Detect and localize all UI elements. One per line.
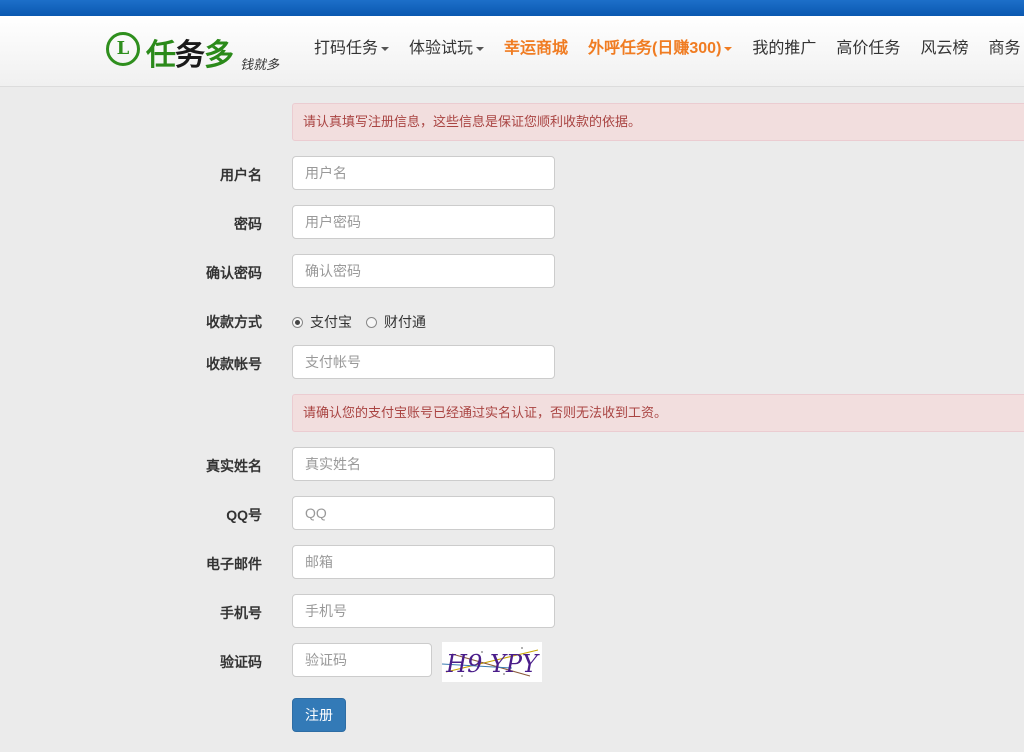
chevron-down-icon bbox=[476, 46, 485, 51]
phone-input[interactable] bbox=[292, 594, 555, 628]
email-input[interactable] bbox=[292, 545, 555, 579]
logo-mark-icon: L bbox=[106, 32, 140, 66]
username-input[interactable] bbox=[292, 156, 555, 190]
payment-account-label: 收款帐号 bbox=[206, 356, 262, 372]
chevron-down-icon bbox=[724, 46, 733, 51]
payment-method-radio-group: 支付宝 财付通 bbox=[292, 312, 440, 332]
username-label: 用户名 bbox=[220, 167, 262, 183]
payment-method-label: 收款方式 bbox=[206, 314, 262, 330]
alipay-warning-alert: 请确认您的支付宝账号已经通过实名认证，否则无法收到工资。 bbox=[292, 394, 1024, 432]
nav-item-high-price-tasks[interactable]: 高价任务 bbox=[826, 32, 910, 70]
captcha-text: H9 YPY bbox=[445, 650, 540, 678]
register-button[interactable]: 注册 bbox=[292, 698, 346, 732]
email-label: 电子邮件 bbox=[206, 556, 262, 572]
navbar: L 任务多 钱就多 打码任务 体验试玩 幸运商城 外呼任务(日赚300) 我的推… bbox=[0, 16, 1024, 87]
qq-label: QQ号 bbox=[226, 507, 262, 523]
logo-slogan: 钱就多 bbox=[240, 58, 280, 73]
radio-button-checked[interactable] bbox=[292, 316, 303, 328]
radio-button[interactable] bbox=[366, 316, 377, 328]
captcha-graphic: H9 YPY bbox=[442, 642, 542, 682]
nav-item-outbound-call-tasks[interactable]: 外呼任务(日赚300) bbox=[578, 32, 742, 70]
phone-label: 手机号 bbox=[220, 605, 262, 621]
confirm-password-label: 确认密码 bbox=[206, 265, 262, 281]
real-name-input[interactable] bbox=[292, 447, 555, 481]
chevron-down-icon bbox=[381, 46, 390, 51]
password-label: 密码 bbox=[234, 216, 262, 232]
qq-input[interactable] bbox=[292, 496, 555, 530]
nav-item-lucky-mall[interactable]: 幸运商城 bbox=[494, 32, 578, 70]
registration-form: 请认真填写注册信息，这些信息是保证您顺利收款的依据。 用户名 密码 确认密码 收… bbox=[0, 86, 1024, 752]
radio-option-alipay[interactable]: 支付宝 bbox=[292, 312, 352, 332]
main-nav: 打码任务 体验试玩 幸运商城 外呼任务(日赚300) 我的推广 高价任务 风云榜… bbox=[304, 32, 1024, 70]
nav-item-business[interactable]: 商务 bbox=[978, 32, 1024, 70]
nav-item-leaderboard[interactable]: 风云榜 bbox=[910, 32, 978, 70]
radio-option-tenpay[interactable]: 财付通 bbox=[366, 312, 426, 332]
nav-item-coding-tasks[interactable]: 打码任务 bbox=[304, 32, 399, 70]
logo-name: 任务多 bbox=[146, 38, 234, 73]
nav-item-trial-play[interactable]: 体验试玩 bbox=[399, 32, 494, 70]
nav-item-my-promotion[interactable]: 我的推广 bbox=[742, 32, 826, 70]
captcha-label: 验证码 bbox=[220, 654, 262, 670]
captcha-input[interactable] bbox=[292, 643, 432, 677]
site-logo[interactable]: L 任务多 钱就多 bbox=[106, 30, 286, 74]
confirm-password-input[interactable] bbox=[292, 254, 555, 288]
real-name-label: 真实姓名 bbox=[206, 458, 262, 474]
password-input[interactable] bbox=[292, 205, 555, 239]
top-color-bar bbox=[0, 0, 1024, 16]
payment-account-input[interactable] bbox=[292, 345, 555, 379]
captcha-image[interactable]: H9 YPY bbox=[442, 642, 542, 682]
info-alert: 请认真填写注册信息，这些信息是保证您顺利收款的依据。 bbox=[292, 103, 1024, 141]
